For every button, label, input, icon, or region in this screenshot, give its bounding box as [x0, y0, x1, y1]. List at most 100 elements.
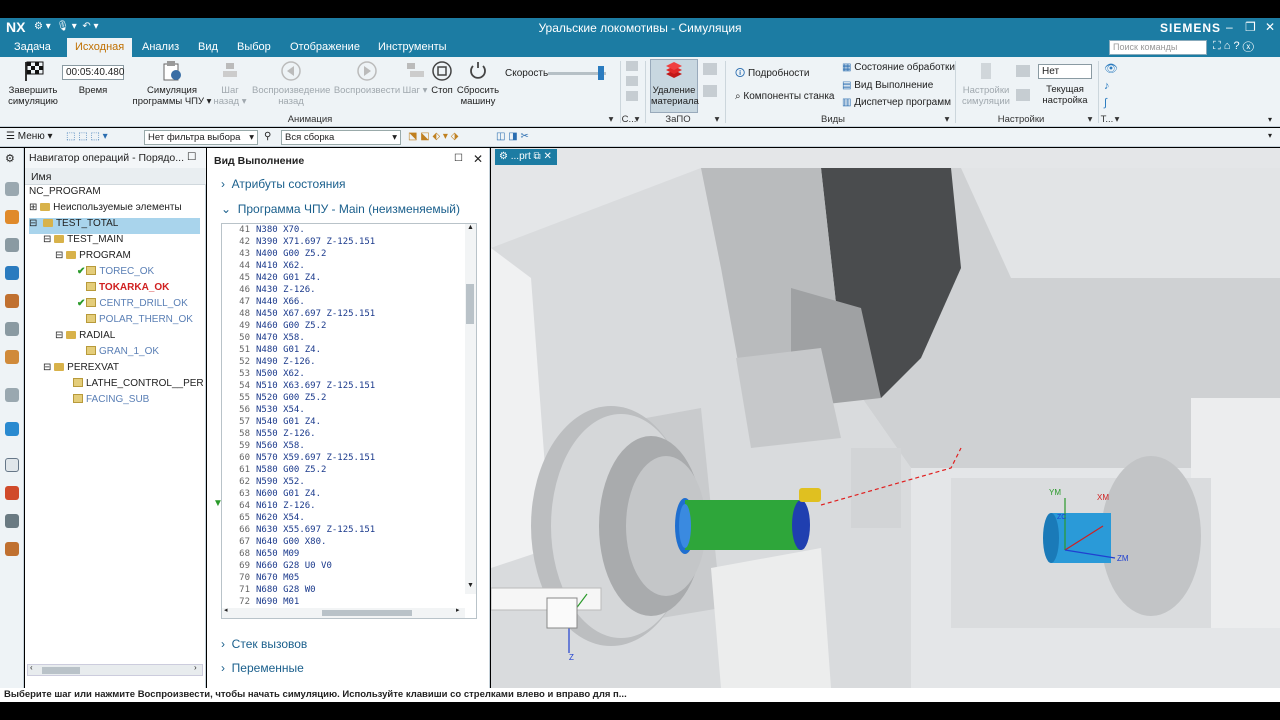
code-line[interactable]: 71 N680 G28 W0: [222, 584, 476, 596]
code-line[interactable]: 63 N600 G01 Z4.: [222, 488, 476, 500]
code-line[interactable]: 57 N540 G01 Z4.: [222, 416, 476, 428]
maximize-icon[interactable]: ☐: [187, 151, 196, 163]
code-line[interactable]: 43 N400 G00 Z5.2: [222, 248, 476, 260]
code-vertical-scrollbar[interactable]: ▲ ▼: [465, 224, 476, 594]
code-line[interactable]: 49 N460 G00 Z5.2: [222, 320, 476, 332]
code-line[interactable]: 56 N530 X54.: [222, 404, 476, 416]
state-attributes-section[interactable]: › Атрибуты состояния: [221, 177, 346, 191]
display-tool-icons[interactable]: 👁 ♪ ∫: [1104, 61, 1120, 115]
operation-navigator-icon[interactable]: [5, 266, 19, 280]
code-line[interactable]: 55 N520 G00 Z5.2: [222, 392, 476, 404]
processing-state-button[interactable]: ▦ Состояние обработки: [842, 62, 955, 73]
menu-task[interactable]: Задача: [14, 41, 51, 53]
code-line[interactable]: 67 N640 G00 X80.: [222, 536, 476, 548]
tree-item-unused[interactable]: ⊞ Неиспользуемые элементы: [29, 202, 182, 218]
machine-tool-navigator-icon[interactable]: [5, 294, 19, 308]
name-column-header[interactable]: Имя: [25, 168, 206, 185]
program-manager-button[interactable]: ▥ Диспетчер программ: [842, 97, 951, 108]
menu-display[interactable]: Отображение: [290, 41, 360, 53]
step-back-button[interactable]: Шаг назад ▾: [212, 60, 248, 107]
code-line[interactable]: 44 N410 X62.: [222, 260, 476, 272]
close-icon[interactable]: ✕: [1265, 20, 1275, 34]
time-field[interactable]: 00:05:40.480: [62, 65, 124, 80]
system-materials-icon[interactable]: [5, 542, 19, 556]
graphics-viewport[interactable]: YM XM ZM ZC Z: [491, 148, 1280, 688]
tree-item-radial[interactable]: ⊟ RADIAL: [55, 330, 115, 346]
palette-icon[interactable]: [5, 486, 19, 500]
menu-home[interactable]: Исходная: [67, 38, 133, 57]
settings-icon[interactable]: ⚙: [5, 152, 19, 166]
tree-item-gran[interactable]: GRAN_1_OK: [86, 346, 159, 362]
menu-view[interactable]: Вид: [198, 41, 218, 53]
play-backward-button[interactable]: Воспроизведение назад: [252, 60, 330, 107]
filter-icon[interactable]: ⚲: [264, 131, 271, 142]
code-line[interactable]: 65 N620 X54.: [222, 512, 476, 524]
snap-tool-icons[interactable]: ⬔ ⬕ ⬖ ▾ ⬗: [408, 131, 458, 142]
code-line[interactable]: 46 N430 Z-126.: [222, 284, 476, 296]
selection-filter-dropdown[interactable]: Нет фильтра выбора ▾: [144, 130, 258, 145]
tool-library-icon[interactable]: [5, 350, 19, 364]
remove-material-button[interactable]: Удаление материала: [650, 59, 699, 113]
roles-icon[interactable]: [5, 514, 19, 528]
code-line[interactable]: 53 N500 X62.: [222, 368, 476, 380]
selection-tool-icons[interactable]: ⬚ ⬚ ⬚ ▾: [66, 131, 108, 142]
panel-maximize-icon[interactable]: ☐: [454, 153, 463, 164]
call-stack-section[interactable]: › Стек вызовов: [221, 637, 307, 651]
current-setup-field[interactable]: Нет: [1038, 64, 1092, 79]
finish-simulation-button[interactable]: Завершить симуляцию: [6, 60, 60, 107]
menu-tools[interactable]: Инструменты: [378, 41, 447, 53]
stop-button[interactable]: Стоп: [428, 60, 456, 96]
tree-item-torec[interactable]: ✔ TOREC_OK: [77, 266, 154, 282]
play-button[interactable]: Воспроизвести: [333, 60, 401, 96]
tree-item-perexvat[interactable]: ⊟ PEREXVAT: [43, 362, 119, 378]
simulate-nc-button[interactable]: Симуляция программы ЧПУ ▾: [132, 60, 212, 107]
machine-components-button[interactable]: ⌕ Компоненты станка: [735, 91, 835, 102]
search-icon[interactable]: ⌕: [1195, 40, 1201, 53]
tree-item-test-main[interactable]: ⊟ TEST_MAIN: [43, 234, 123, 250]
code-line[interactable]: 66 N630 X55.697 Z-125.151: [222, 524, 476, 536]
code-line[interactable]: 45 N420 G01 Z4.: [222, 272, 476, 284]
simulation-settings-button[interactable]: Настройки симуляции: [960, 60, 1012, 107]
code-line[interactable]: 59 N560 X58.: [222, 440, 476, 452]
reset-machine-button[interactable]: Сбросить машину: [456, 60, 500, 107]
code-line[interactable]: 69 N660 G28 U0 V0: [222, 560, 476, 572]
tree-item-program[interactable]: ⊟ PROGRAM: [55, 250, 131, 266]
web-browser-icon[interactable]: [5, 422, 19, 436]
variables-section[interactable]: › Переменные: [221, 661, 304, 675]
settings-side-icons[interactable]: [1016, 65, 1032, 105]
view-tool-icons[interactable]: ◫ ◨ ✂: [496, 131, 529, 142]
nc-program-section[interactable]: ⌄ Программа ЧПУ - Main (неизменяемый): [221, 202, 460, 216]
menu-analysis[interactable]: Анализ: [142, 41, 179, 53]
tree-item-tokarka[interactable]: TOKARKA_OK: [77, 282, 169, 298]
code-line[interactable]: 62 N590 X52.: [222, 476, 476, 488]
step-button[interactable]: Шаг ▾: [402, 60, 428, 96]
code-line[interactable]: 42 N390 X71.697 Z-125.151: [222, 236, 476, 248]
code-line[interactable]: 47 N440 X66.: [222, 296, 476, 308]
panel-close-icon[interactable]: ✕: [473, 152, 483, 166]
group-dropdown-icon[interactable]: ▾: [608, 114, 614, 125]
code-line[interactable]: 60 N570 X59.697 Z-125.151: [222, 452, 476, 464]
code-line[interactable]: 54 N510 X63.697 Z-125.151: [222, 380, 476, 392]
code-line[interactable]: 48 N450 X67.697 Z-125.151: [222, 308, 476, 320]
reuse-library-icon[interactable]: [5, 238, 19, 252]
zapo-side-icons[interactable]: [703, 63, 719, 103]
restore-icon[interactable]: ❐: [1245, 20, 1256, 34]
code-line[interactable]: 41 N380 X70.: [222, 224, 476, 236]
code-line[interactable]: 72 N690 M01: [222, 596, 476, 608]
speed-slider-handle[interactable]: [598, 66, 604, 80]
menu-button[interactable]: ☰ Меню ▾: [6, 131, 53, 142]
small-tool-icons[interactable]: [626, 61, 640, 111]
process-icon[interactable]: [5, 388, 19, 402]
code-line[interactable]: 52 N490 Z-126.: [222, 356, 476, 368]
history-icon[interactable]: [5, 458, 19, 472]
command-search-input[interactable]: Поиск команды: [1109, 40, 1207, 55]
assembly-scope-dropdown[interactable]: Вся сборка ▾: [281, 130, 401, 145]
tree-item-lathe-control[interactable]: LATHE_CONTROL__PEREX: [73, 378, 203, 394]
part-tab[interactable]: ⚙ ...prt ⧉ ✕: [495, 149, 557, 165]
ribbon-controls-icons[interactable]: ⛶ ⌂ ? ⓧ: [1213, 40, 1254, 53]
code-line[interactable]: 58 N550 Z-126.: [222, 428, 476, 440]
code-horizontal-scrollbar[interactable]: ◂ ▸: [222, 607, 465, 618]
code-line[interactable]: 70 N670 M05: [222, 572, 476, 584]
machining-feature-icon[interactable]: [5, 322, 19, 336]
tree-item-nc-program[interactable]: NC_PROGRAM: [29, 186, 101, 202]
